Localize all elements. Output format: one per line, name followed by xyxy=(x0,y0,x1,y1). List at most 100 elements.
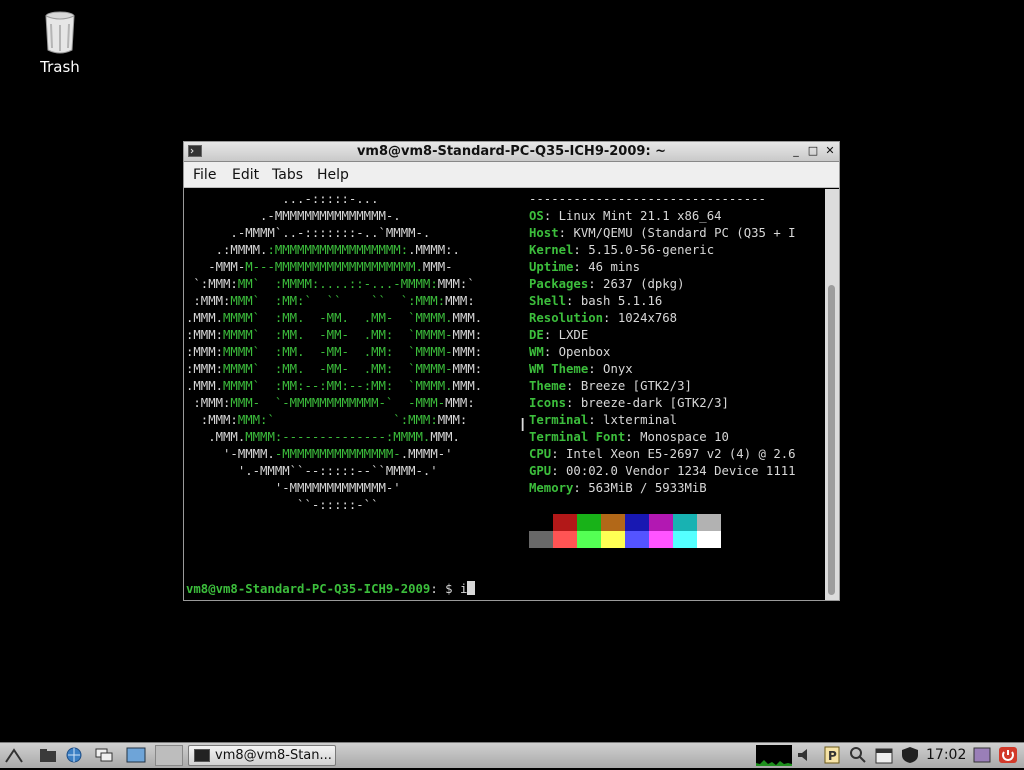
menu-tabs[interactable]: Tabs xyxy=(272,167,303,183)
clipboard-p-icon[interactable]: P xyxy=(822,746,842,764)
info-key: Host xyxy=(529,226,559,240)
info-colon: : xyxy=(551,464,567,478)
logo-segment: .:MMMM. xyxy=(186,243,268,257)
menu-edit[interactable]: Edit xyxy=(232,167,259,183)
logo-segment: MMM. xyxy=(452,379,483,393)
shell-prompt[interactable]: vm8@vm8-Standard-PC-Q35-ICH9-2009: $ i xyxy=(186,581,476,598)
logo-segment: .MMMM-' xyxy=(400,447,453,461)
file-manager-icon[interactable] xyxy=(38,746,58,764)
info-key: CPU xyxy=(529,447,552,461)
logo-segment: MMM: xyxy=(452,328,483,342)
menu-help[interactable]: Help xyxy=(317,167,349,183)
web-browser-icon[interactable] xyxy=(64,746,84,764)
info-colon: : xyxy=(558,226,574,240)
info-colon: : xyxy=(566,379,581,393)
shield-icon[interactable] xyxy=(900,746,920,764)
logo-segment: MM` :MMMM:....::-...-MMMM: xyxy=(237,277,438,291)
menu-file[interactable]: File xyxy=(193,167,216,183)
prompt-suffix: : $ xyxy=(430,582,460,596)
logo-line: :MMM:MMMM` :MM. -MM- .MM: `MMMM-MMM: xyxy=(186,344,482,361)
info-key: OS xyxy=(529,209,544,223)
logo-segment: MMMM` :MM. -MM- .MM: `MMMM- xyxy=(223,362,453,376)
user-switch-icon[interactable] xyxy=(972,746,992,764)
scrollbar-thumb[interactable] xyxy=(828,285,835,595)
calendar-icon[interactable] xyxy=(874,746,894,764)
logo-segment: :MMM: xyxy=(186,328,224,342)
power-icon[interactable] xyxy=(998,746,1018,764)
minimize-button[interactable]: _ xyxy=(789,144,803,158)
logo-segment: .MMMM:. xyxy=(408,243,460,257)
color-swatch xyxy=(529,531,553,548)
logo-line: .MMM.MMMM` :MM:--:MM:--:MM: `MMMM.MMM. xyxy=(186,378,482,395)
system-info: -------------------------------- OS: Linu… xyxy=(529,191,796,497)
maximize-button[interactable]: □ xyxy=(806,144,820,158)
show-desktop-icon[interactable] xyxy=(126,746,146,764)
clock[interactable]: 17:02 xyxy=(926,747,966,763)
color-swatch xyxy=(553,531,577,548)
info-key: Packages xyxy=(529,277,589,291)
svg-text:P: P xyxy=(828,749,837,763)
logo-line: :MMM:MMM:` `:MMM:MMM: xyxy=(186,412,482,429)
logo-line: '.-MMMM``--:::::--``MMMM-.' xyxy=(186,463,482,480)
vertical-scrollbar[interactable] xyxy=(825,189,839,600)
logo-line: :MMM:MMMM` :MM. -MM- .MM: `MMMM-MMM: xyxy=(186,361,482,378)
window-title: vm8@vm8-Standard-PC-Q35-ICH9-2009: ~ xyxy=(356,144,667,159)
logo-segment: MMM. xyxy=(430,430,460,444)
taskbar-window-label: vm8@vm8-Stan... xyxy=(215,748,332,763)
info-key: Uptime xyxy=(529,260,574,274)
terminal-area[interactable]: ...-:::::-... .-MMMMMMMMMMMMMMM-. .-MMMM… xyxy=(184,189,827,600)
info-value: 1024x768 xyxy=(617,311,678,325)
trash-icon xyxy=(45,11,75,54)
info-key: Kernel xyxy=(529,243,574,257)
info-value: KVM/QEMU (Standard PC (Q35 + I xyxy=(573,226,796,240)
info-key: Terminal xyxy=(529,413,589,427)
info-row: GPU: 00:02.0 Vendor 1234 Device 1111 xyxy=(529,463,796,480)
info-colon: : xyxy=(588,277,604,291)
text-cursor-icon: I xyxy=(520,415,526,436)
info-value: Intel Xeon E5-2697 v2 (4) @ 2.6 xyxy=(566,447,796,461)
window-titlebar[interactable]: vm8@vm8-Standard-PC-Q35-ICH9-2009: ~ _ □… xyxy=(184,142,839,162)
info-key: Shell xyxy=(529,294,567,308)
trash-label: Trash xyxy=(40,58,80,76)
menu-launcher-icon[interactable] xyxy=(4,746,24,764)
search-icon[interactable] xyxy=(848,746,868,764)
info-row: Memory: 563MiB / 5933MiB xyxy=(529,480,796,497)
info-value: Monospace 10 xyxy=(640,430,729,444)
info-row: CPU: Intel Xeon E5-2697 v2 (4) @ 2.6 xyxy=(529,446,796,463)
info-row: Theme: Breeze [GTK2/3] xyxy=(529,378,796,395)
trash-desktop-icon[interactable]: Trash xyxy=(30,10,90,76)
taskbar-window-button[interactable]: vm8@vm8-Stan... xyxy=(188,745,336,766)
info-value: bash 5.1.16 xyxy=(580,294,663,308)
logo-line: '-MMMMMMMMMMMMM-' xyxy=(186,480,482,497)
color-swatch xyxy=(673,514,697,531)
palette-row-normal xyxy=(529,514,721,531)
logo-segment: -MMM- xyxy=(186,260,246,274)
close-button[interactable]: ✕ xyxy=(823,144,837,158)
logo-segment: MMM- `-MMMMMMMMMMMM-` -MMM- xyxy=(230,396,446,410)
logo-segment: '-MMMMMMMMMMMMM-' xyxy=(186,481,401,495)
logo-segment: ``-:::::-`` xyxy=(186,498,379,512)
block-cursor xyxy=(467,581,476,595)
logo-segment: MMM. xyxy=(452,311,483,325)
info-row: OS: Linux Mint 21.1 x86_64 xyxy=(529,208,796,225)
info-value: 46 mins xyxy=(588,260,641,274)
logo-line: .:MMMM.:MMMMMMMMMMMMMMMMM:.MMMM:. xyxy=(186,242,482,259)
info-colon: : xyxy=(543,209,559,223)
terminal-window[interactable]: vm8@vm8-Standard-PC-Q35-ICH9-2009: ~ _ □… xyxy=(183,141,840,601)
color-swatch xyxy=(577,531,601,548)
logo-segment: MMMM` :MM. -MM- .MM: `MMMM- xyxy=(223,328,453,342)
info-key: Icons xyxy=(529,396,567,410)
color-swatch xyxy=(601,531,625,548)
info-value: 5.15.0-56-generic xyxy=(588,243,715,257)
color-swatch xyxy=(673,531,697,548)
terminal-icon xyxy=(194,749,210,762)
logo-segment: MMM:` xyxy=(437,277,475,291)
logo-segment: :MMM: xyxy=(186,396,231,410)
logo-segment: MMMM` :MM:--:MM:--:MM: `MMMM. xyxy=(223,379,453,393)
volume-icon[interactable] xyxy=(796,746,816,764)
windows-switcher-icon[interactable] xyxy=(94,746,114,764)
desktop-pager[interactable] xyxy=(155,745,183,766)
info-value: 00:02.0 Vendor 1234 Device 1111 xyxy=(566,464,796,478)
info-value: Linux Mint 21.1 x86_64 xyxy=(558,209,722,223)
logo-segment: M---MMMMMMMMMMMMMMMMMMM. xyxy=(245,260,423,274)
